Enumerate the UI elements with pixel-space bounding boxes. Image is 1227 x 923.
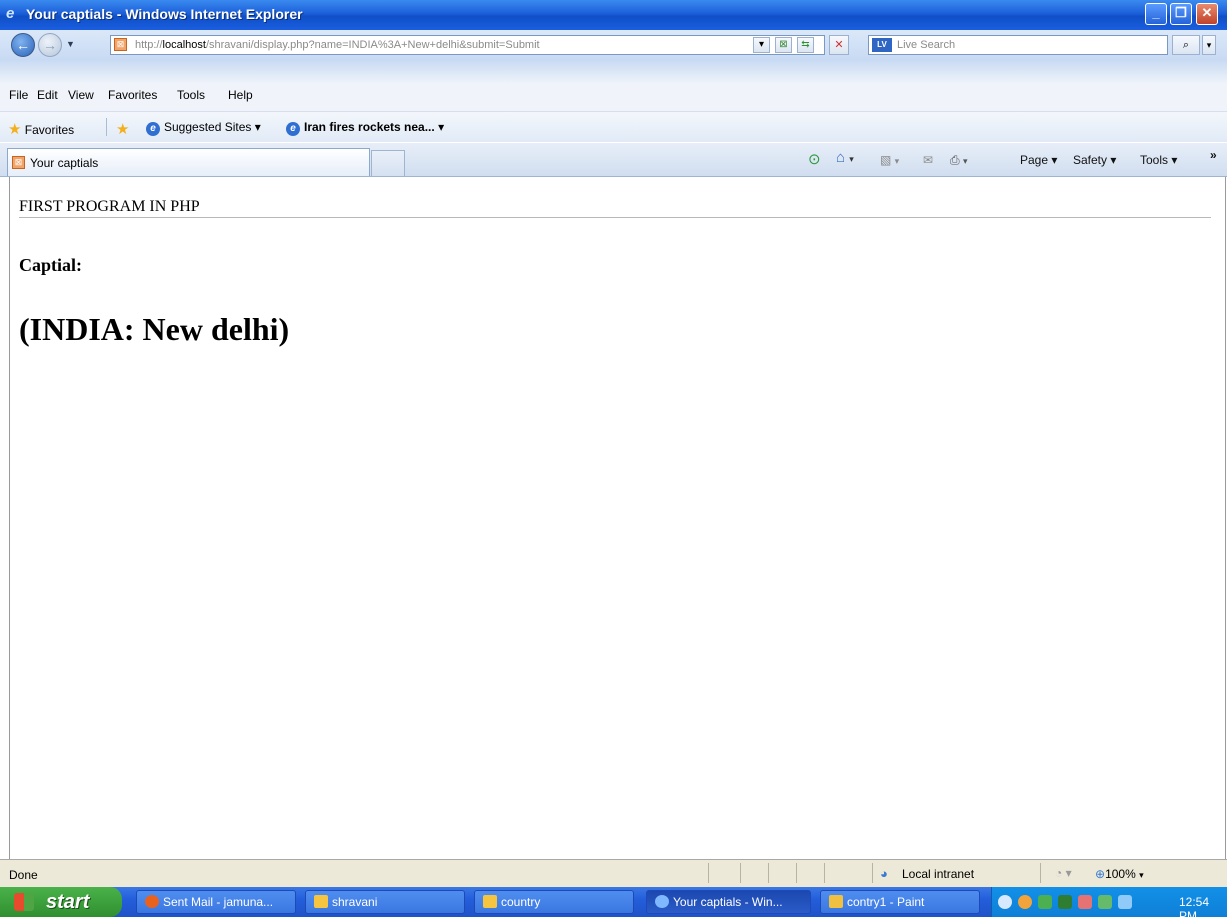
tray-expand-icon[interactable]	[998, 895, 1012, 909]
status-text: Done	[9, 868, 38, 882]
tray-app-icon[interactable]	[1058, 895, 1072, 909]
clock[interactable]: 12:54 PM	[1179, 895, 1227, 923]
start-button[interactable]: start	[0, 887, 122, 917]
page-content: FIRST PROGRAM IN PHP Captial: (INDIA: Ne…	[9, 177, 1226, 859]
page-icon: ⊠	[114, 38, 127, 51]
ie-icon	[655, 895, 669, 908]
refresh-icon[interactable]: ⇆	[797, 37, 814, 53]
menu-favorites[interactable]: Favorites	[108, 88, 157, 102]
taskbar-button-paint[interactable]: contry1 - Paint	[820, 890, 980, 914]
windows-flag-icon	[14, 893, 34, 911]
tray-app-icon[interactable]	[1078, 895, 1092, 909]
ie-page-icon: e	[146, 122, 160, 136]
status-divider	[872, 863, 873, 883]
search-options-dropdown-icon[interactable]: ▾	[1202, 35, 1216, 55]
stop-icon[interactable]: ✕	[829, 35, 849, 55]
status-bar: Done ◕ Local intranet ◔ ▾ ⊕100% ▾	[0, 859, 1227, 887]
search-icon[interactable]: ⌕	[1172, 35, 1200, 55]
taskbar-button-internet-explorer[interactable]: Your captials - Win...	[646, 890, 811, 914]
favorites-button[interactable]: ★ Favorites	[8, 120, 74, 138]
read-mail-icon[interactable]: ✉	[923, 153, 933, 167]
print-icon[interactable]: ⎙ ▾	[950, 153, 967, 168]
tools-menu[interactable]: Tools ▾	[1140, 153, 1177, 167]
page-menu[interactable]: Page ▾	[1020, 153, 1057, 167]
home-icon[interactable]: ⌂ ▾	[836, 149, 854, 166]
add-to-favorites-icon[interactable]: ★	[116, 120, 129, 138]
search-input[interactable]: LV Live Search	[868, 35, 1168, 55]
compatibility-icon[interactable]: ⊠	[775, 37, 792, 53]
minimize-button[interactable]: _	[1145, 3, 1167, 25]
security-zone[interactable]: Local intranet	[902, 867, 974, 881]
network-icon[interactable]	[1118, 895, 1132, 909]
live-search-provider-icon: LV	[872, 38, 892, 52]
tab-bar: ⊠ Your captials ⊙ ⌂ ▾ ▧ ▾ ✉ ⎙ ▾ Page ▾ S…	[0, 143, 1227, 177]
intranet-icon: ◕	[880, 866, 888, 881]
address-url[interactable]: http://localhost/shravani/display.php?na…	[135, 39, 540, 51]
ie-page-icon: e	[286, 122, 300, 136]
capital-label: Captial:	[19, 255, 82, 275]
more-commands-button[interactable]: »	[1210, 148, 1217, 162]
title-bar[interactable]: e Your captials - Windows Internet Explo…	[0, 0, 1227, 30]
star-icon: ★	[8, 121, 22, 138]
folder-icon	[483, 895, 497, 908]
firefox-icon	[145, 895, 159, 908]
safety-menu[interactable]: Safety ▾	[1073, 153, 1116, 167]
menu-edit[interactable]: Edit	[37, 88, 58, 102]
zoom-level[interactable]: ⊕100% ▾	[1095, 867, 1144, 881]
feed-link[interactable]: e Iran fires rockets nea... ▾	[286, 120, 444, 136]
page-heading: FIRST PROGRAM IN PHP	[19, 198, 200, 215]
page-icon: ⊠	[12, 156, 25, 169]
favorites-bar: ★ Favorites ★ e Suggested Sites ▾ e Iran f…	[0, 112, 1227, 142]
status-divider	[824, 863, 825, 883]
menu-view[interactable]: View	[68, 88, 94, 102]
address-input[interactable]: ⊠ http://localhost/shravani/display.php?…	[110, 35, 825, 55]
horizontal-rule	[19, 217, 1211, 218]
taskbar-button-shravani[interactable]: shravani	[305, 890, 465, 914]
protected-mode-icon[interactable]: ◔ ▾	[1055, 866, 1072, 880]
suggested-sites-button[interactable]: e Suggested Sites ▾	[146, 120, 261, 136]
folder-icon	[314, 895, 328, 908]
feeds-icon[interactable]: ▧ ▾	[880, 153, 899, 167]
system-tray: 12:54 PM	[991, 887, 1227, 923]
tab-your-captials[interactable]: ⊠ Your captials	[7, 148, 370, 176]
tray-app-icon[interactable]	[1018, 895, 1032, 909]
menu-tools[interactable]: Tools	[177, 88, 205, 102]
zoom-icon: ⊕	[1095, 867, 1106, 881]
status-divider	[740, 863, 741, 883]
taskbar-button-sent-mail[interactable]: Sent Mail - jamuna...	[136, 890, 296, 914]
search-placeholder: Live Search	[897, 39, 956, 51]
status-divider	[796, 863, 797, 883]
favorites-divider	[106, 118, 107, 136]
menu-file[interactable]: File	[9, 88, 28, 102]
address-dropdown-icon[interactable]: ▾	[753, 37, 770, 53]
forward-button[interactable]: →	[38, 33, 62, 57]
tray-app-icon[interactable]	[1038, 895, 1052, 909]
new-tab-button[interactable]	[371, 150, 405, 176]
capital-result: (INDIA: New delhi)	[19, 311, 290, 347]
tray-app-icon[interactable]	[1098, 895, 1112, 909]
taskbar-button-country[interactable]: country	[474, 890, 634, 914]
menu-help[interactable]: Help	[228, 88, 253, 102]
status-divider	[708, 863, 709, 883]
paint-icon	[829, 895, 843, 908]
back-button[interactable]: ←	[11, 33, 35, 57]
close-button[interactable]: ✕	[1196, 3, 1218, 25]
tab-label: Your captials	[30, 156, 99, 170]
ie-logo-icon: e	[6, 5, 15, 22]
address-toolbar: ← → ▼ ⊠ http://localhost/shravani/displa…	[0, 30, 1227, 61]
recent-pages-dropdown-icon[interactable]: ▼	[66, 39, 75, 49]
window-title: Your captials - Windows Internet Explore…	[26, 6, 303, 22]
status-divider	[768, 863, 769, 883]
connect-icon[interactable]: ⊙	[808, 150, 821, 168]
menu-bar: File Edit View Favorites Tools Help	[0, 83, 1227, 112]
taskbar: start Sent Mail - jamuna... shravani cou…	[0, 887, 1227, 923]
status-divider	[1040, 863, 1041, 883]
maximize-button[interactable]: ❐	[1170, 3, 1192, 25]
toolbar-spacer	[0, 60, 1227, 83]
